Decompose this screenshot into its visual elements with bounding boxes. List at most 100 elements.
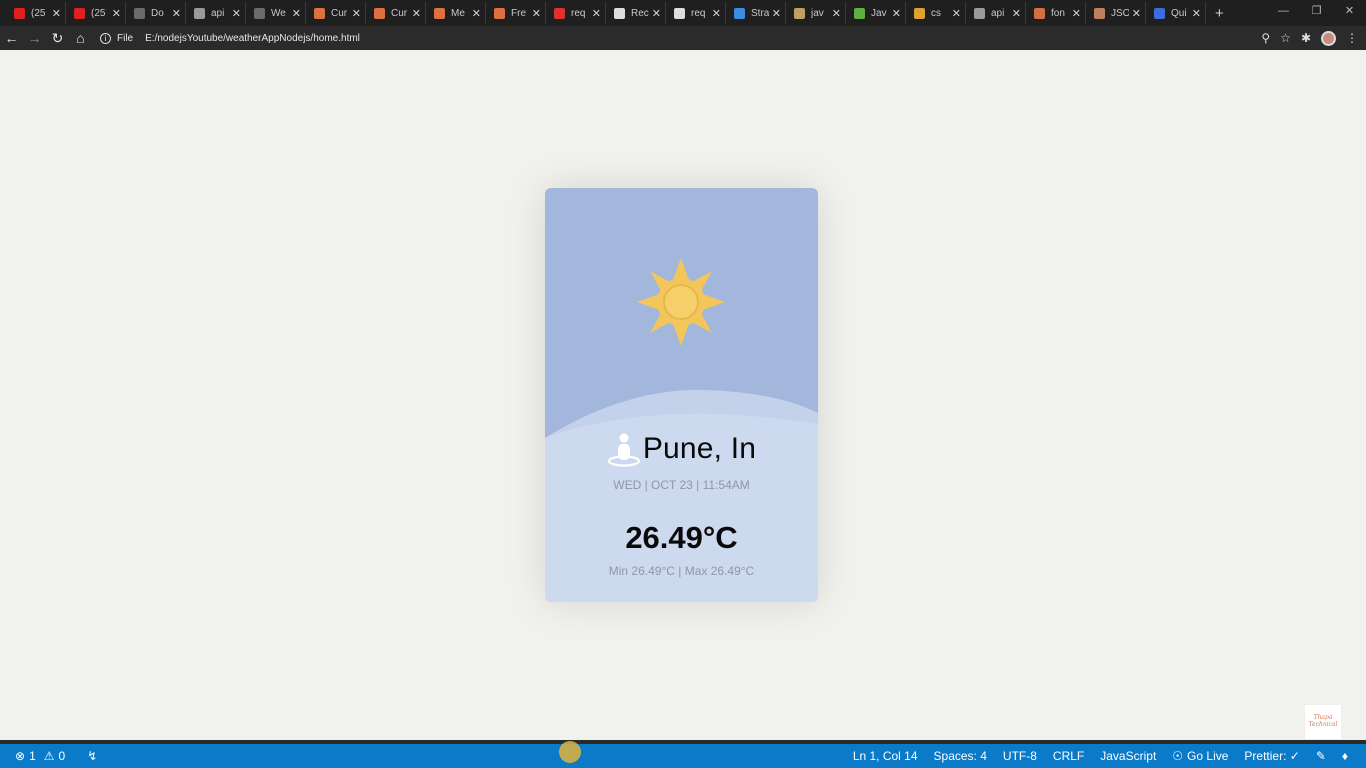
temperature-value: 26.49°C [625,520,738,555]
tab-favicon-icon [254,7,265,19]
tab-close-icon[interactable]: ✕ [1132,7,1141,20]
back-icon[interactable]: ← [0,30,23,46]
tab-close-icon[interactable]: ✕ [952,7,961,20]
tab-favicon-icon [134,7,145,19]
tab-title: Stra [751,7,769,19]
error-icon: ⊗ [15,749,26,763]
tab-title: Qui [1171,7,1187,19]
warning-count: 0 [58,749,66,763]
browser-tab[interactable]: req ✕ [666,2,726,24]
minimize-icon[interactable]: — [1267,0,1300,26]
problems-indicator[interactable]: ⊗ 1 ⚠ 0 ↯ [15,749,97,763]
notifications-bell-icon[interactable]: ♦ [1342,749,1348,763]
browser-tab[interactable]: JSO ✕ [1086,2,1146,24]
address-bar[interactable]: i File E:/nodejsYoutube/weatherAppNodejs… [100,32,360,44]
tab-favicon-icon [74,7,85,19]
tab-close-icon[interactable]: ✕ [112,7,121,20]
live-share-icon[interactable]: ↯ [87,749,97,763]
url-text[interactable]: E:/nodejsYoutube/weatherAppNodejs/home.h… [145,33,360,44]
browser-tab[interactable]: api ✕ [966,2,1026,24]
tab-title: Rec [631,7,649,19]
browser-tab[interactable]: req ✕ [546,2,606,24]
prettier-status[interactable]: Prettier: ✓ [1244,749,1299,763]
language-mode[interactable]: JavaScript [1100,749,1156,763]
browser-tab[interactable]: (25 ✕ [6,2,66,24]
browser-tab[interactable]: Stra ✕ [726,2,786,24]
tab-close-icon[interactable]: ✕ [652,7,661,20]
tab-close-icon[interactable]: ✕ [292,7,301,20]
tab-close-icon[interactable]: ✕ [1192,7,1201,20]
forward-icon[interactable]: → [23,30,46,46]
city-name: Pune, In [642,432,757,465]
tab-title: Do [151,7,164,19]
avatar[interactable] [1321,30,1336,46]
tab-title: api [211,7,225,19]
browser-tab[interactable]: Cur ✕ [366,2,426,24]
home-icon[interactable]: ⌂ [69,30,92,46]
datetime-text: WED | OCT 23 | 11:54AM [613,478,750,492]
tab-close-icon[interactable]: ✕ [472,7,481,20]
go-live-label: Go Live [1187,749,1229,763]
browser-tab[interactable]: (25 ✕ [66,2,126,24]
status-right: Ln 1, Col 14 Spaces: 4 UTF-8 CRLF JavaSc… [853,744,1348,768]
tab-title: fon [1051,7,1065,19]
indentation[interactable]: Spaces: 4 [934,749,987,763]
browser-tab[interactable]: Cur ✕ [306,2,366,24]
tab-title: (25 [31,7,46,19]
browser-tab[interactable]: Rec ✕ [606,2,666,24]
error-count: 1 [29,749,36,763]
go-live-button[interactable]: ☉ Go Live [1172,749,1228,763]
tab-favicon-icon [1034,7,1045,19]
tab-favicon-icon [494,7,505,19]
browser-tab[interactable]: fon ✕ [1026,2,1086,24]
tab-close-icon[interactable]: ✕ [772,7,781,20]
tab-favicon-icon [194,7,205,19]
tab-favicon-icon [914,7,925,19]
zoom-icon[interactable]: ⚲ [1261,31,1270,45]
tab-close-icon[interactable]: ✕ [412,7,421,20]
tab-title: Fre [511,7,526,19]
menu-kebab-icon[interactable]: ⋮ [1346,31,1358,45]
info-icon[interactable]: i [100,32,111,44]
browser-tab[interactable]: We ✕ [246,2,306,24]
tab-close-icon[interactable]: ✕ [832,7,841,20]
tab-close-icon[interactable]: ✕ [592,7,601,20]
encoding[interactable]: UTF-8 [1003,749,1037,763]
tab-close-icon[interactable]: ✕ [1012,7,1021,20]
cursor-position[interactable]: Ln 1, Col 14 [853,749,918,763]
tab-close-icon[interactable]: ✕ [172,7,181,20]
browser-tab[interactable]: Me ✕ [426,2,486,24]
extensions-icon[interactable]: ✱ [1301,31,1311,45]
tab-title: Cur [331,7,348,19]
new-tab-button[interactable]: + [1215,5,1224,22]
broadcast-icon: ☉ [1172,749,1184,763]
restore-icon[interactable]: ❐ [1300,0,1333,26]
browser-tab[interactable]: Fre ✕ [486,2,546,24]
line-ending[interactable]: CRLF [1053,749,1084,763]
feedback-icon[interactable]: ✎ [1316,749,1326,763]
tab-close-icon[interactable]: ✕ [352,7,361,20]
tab-title: Cur [391,7,408,19]
tab-close-icon[interactable]: ✕ [52,7,61,20]
browser-tab[interactable]: Do ✕ [126,2,186,24]
browser-tab[interactable]: cs ✕ [906,2,966,24]
browser-tab[interactable]: jav ✕ [786,2,846,24]
tab-close-icon[interactable]: ✕ [892,7,901,20]
tab-favicon-icon [674,7,685,19]
tab-favicon-icon [14,7,25,19]
close-window-icon[interactable]: ✕ [1333,0,1366,26]
warning-icon: ⚠ [43,749,55,763]
weather-card: Pune, In WED | OCT 23 | 11:54AM 26.49°C … [545,188,818,602]
tab-favicon-icon [614,7,625,19]
tab-close-icon[interactable]: ✕ [1072,7,1081,20]
tab-title: req [571,7,586,19]
tab-close-icon[interactable]: ✕ [232,7,241,20]
tab-title: api [991,7,1005,19]
bookmark-star-icon[interactable]: ☆ [1280,31,1291,45]
tab-close-icon[interactable]: ✕ [712,7,721,20]
browser-tab[interactable]: Jav ✕ [846,2,906,24]
browser-tab[interactable]: api ✕ [186,2,246,24]
reload-icon[interactable]: ↻ [46,30,69,47]
browser-tab[interactable]: Qui ✕ [1146,2,1206,24]
tab-close-icon[interactable]: ✕ [532,7,541,20]
